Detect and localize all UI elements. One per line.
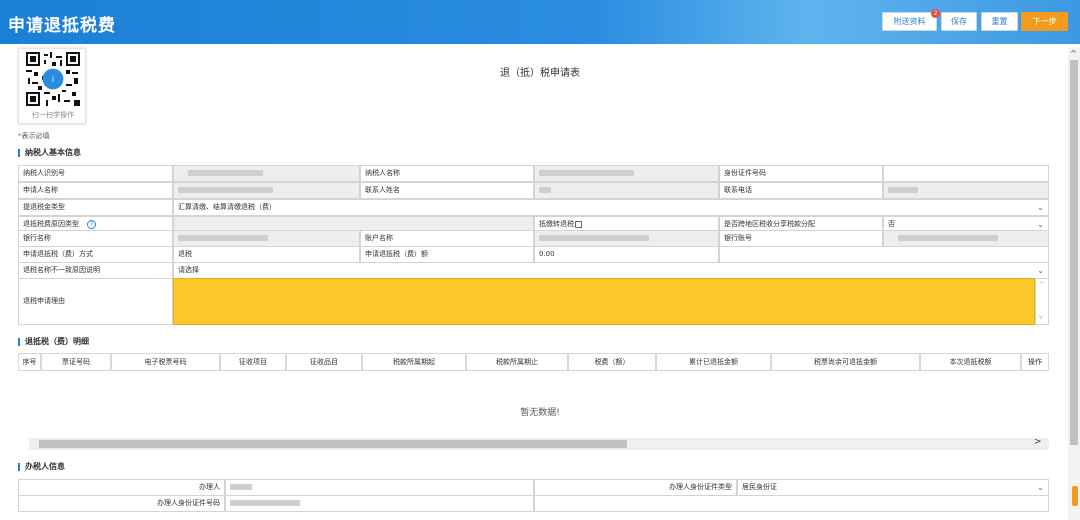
agent-id-type-select[interactable]: 居民身份证 ⌄ xyxy=(737,479,1049,496)
col-header: 税票尚余可退抵金额 xyxy=(771,353,920,371)
redacted-value xyxy=(539,170,634,176)
mismatch-select[interactable]: 请选择 ⌄ xyxy=(173,262,1049,279)
id-number-label: 身份证件号码 xyxy=(719,165,883,182)
empty-table-message: 暂无数据! xyxy=(520,408,560,418)
form-title: 退（抵）税申请表 xyxy=(500,68,580,79)
amount-field: 0.00 xyxy=(534,246,719,263)
col-header: 电子税票号码 xyxy=(111,353,220,371)
mismatch-label: 退税名称不一致原因说明 xyxy=(18,262,173,279)
redacted-value xyxy=(230,484,252,490)
chevron-down-icon: ⌄ xyxy=(1037,483,1044,492)
refund-type-value: 汇算清缴、结算清缴退税（费） xyxy=(178,203,276,211)
required-note-text: 表示必填 xyxy=(21,132,50,140)
col-header: 累计已退抵金额 xyxy=(656,353,771,371)
col-header: 本次退抵税额 xyxy=(920,353,1021,371)
help-icon[interactable]: ? xyxy=(87,219,96,229)
qr-caption: 扫一扫学操作 xyxy=(32,111,74,119)
contact-phone-label: 联系电话 xyxy=(719,182,883,199)
taxpayer-name-label: 纳税人名称 xyxy=(360,165,534,182)
agent-name-label: 办理人 xyxy=(18,479,225,496)
contact-name-field[interactable] xyxy=(534,182,719,199)
reason-textarea[interactable] xyxy=(173,278,1035,325)
refund-transfer-checkbox[interactable] xyxy=(575,220,582,228)
redacted-value xyxy=(888,187,918,193)
section-detail-title: 退抵税（费）明细 xyxy=(18,338,89,346)
reason-label: 退税申请理由 xyxy=(18,278,173,325)
method-field: 退税 xyxy=(173,246,360,263)
chevron-up-icon: ^ xyxy=(1039,281,1045,289)
redacted-value xyxy=(539,187,551,193)
page-title: 申请退抵税费 xyxy=(8,16,116,36)
applicant-name-label: 申请人名称 xyxy=(18,182,173,199)
textarea-scrollbar[interactable]: ^ v xyxy=(1035,278,1049,325)
taxpayer-name-field xyxy=(534,165,719,182)
chevron-down-icon: v xyxy=(1039,313,1044,321)
redacted-value xyxy=(230,500,300,506)
bank-name-field xyxy=(173,230,360,247)
col-header: 税款所属期止 xyxy=(466,353,568,371)
required-note: *表示必填 xyxy=(18,131,50,141)
next-step-button[interactable]: 下一步 xyxy=(1021,12,1068,31)
vertical-scrollbar[interactable] xyxy=(1068,48,1080,520)
side-float-tab[interactable] xyxy=(1072,486,1078,506)
agent-id-number-field[interactable] xyxy=(225,495,534,512)
reset-button[interactable]: 重置 xyxy=(981,12,1018,31)
section-basic-info-title: 纳税人基本信息 xyxy=(18,149,81,157)
redacted-value xyxy=(178,187,273,193)
col-header: 序号 xyxy=(18,353,41,371)
attach-materials-button[interactable]: 附送资料 xyxy=(882,12,937,31)
attach-count-badge: 2 xyxy=(931,9,940,18)
row6-empty-cell xyxy=(719,246,1049,263)
refund-transfer-label: 抵缴转退税 xyxy=(539,220,574,228)
reason-type-label: 退抵税费原因类型 xyxy=(23,220,79,228)
section-agent-info-title: 办税人信息 xyxy=(18,463,65,471)
scroll-thumb[interactable] xyxy=(39,440,627,448)
amount-label: 申请退抵税（费）额 xyxy=(360,246,534,263)
col-header: 征收品目 xyxy=(286,353,362,371)
header-bar: 申请退抵税费 附送资料 2 保存 重置 下一步 xyxy=(0,0,1080,44)
chevron-down-icon: ⌄ xyxy=(1037,266,1044,275)
agent-id-number-label: 办理人身份证件号码 xyxy=(18,495,225,512)
bank-account-field xyxy=(883,230,1049,247)
col-header: 征收项目 xyxy=(220,353,286,371)
contact-phone-field[interactable] xyxy=(883,182,1049,199)
save-button[interactable]: 保存 xyxy=(941,12,977,31)
applicant-name-field xyxy=(173,182,360,199)
method-label: 申请退抵税（费）方式 xyxy=(18,246,173,263)
contact-name-label: 联系人姓名 xyxy=(360,182,534,199)
redacted-value xyxy=(188,170,263,176)
scroll-up-icon[interactable]: ^ xyxy=(1070,49,1077,58)
taxpayer-id-label: 纳税人识别号 xyxy=(18,165,173,182)
cross-region-value: 否 xyxy=(888,220,895,228)
agent-id-type-label: 办理人身份证件类型 xyxy=(534,479,737,496)
agent-id-type-value: 居民身份证 xyxy=(742,483,777,491)
account-name-field xyxy=(534,230,719,247)
horizontal-scrollbar[interactable] xyxy=(29,438,1049,450)
col-header: 票证号码 xyxy=(41,353,111,371)
agent-name-field[interactable] xyxy=(225,479,534,496)
col-header: 操作 xyxy=(1021,353,1049,371)
qr-code-card[interactable]: i 扫一扫学操作 xyxy=(18,48,86,124)
scroll-thumb[interactable] xyxy=(1070,60,1078,445)
redacted-value xyxy=(898,235,998,241)
redacted-value xyxy=(178,235,268,241)
bank-name-label: 银行名称 xyxy=(18,230,173,247)
id-number-field[interactable] xyxy=(883,165,1049,182)
agent-empty-cell xyxy=(534,495,1049,512)
col-header: 税费（额） xyxy=(568,353,656,371)
taxpayer-id-field xyxy=(173,165,360,182)
chevron-down-icon: ⌄ xyxy=(1037,203,1044,212)
account-name-label: 账户名称 xyxy=(360,230,534,247)
redacted-value xyxy=(539,235,649,241)
bank-account-label: 银行账号 xyxy=(719,230,883,247)
refund-type-select[interactable]: 汇算清缴、结算清缴退税（费） ⌄ xyxy=(173,199,1049,216)
scroll-right-icon[interactable]: > xyxy=(1034,437,1042,447)
refund-type-label: 提退税金类型 xyxy=(18,199,173,216)
mismatch-value: 请选择 xyxy=(178,266,199,274)
col-header: 税款所属期起 xyxy=(362,353,466,371)
qr-code-icon: i xyxy=(26,52,80,106)
